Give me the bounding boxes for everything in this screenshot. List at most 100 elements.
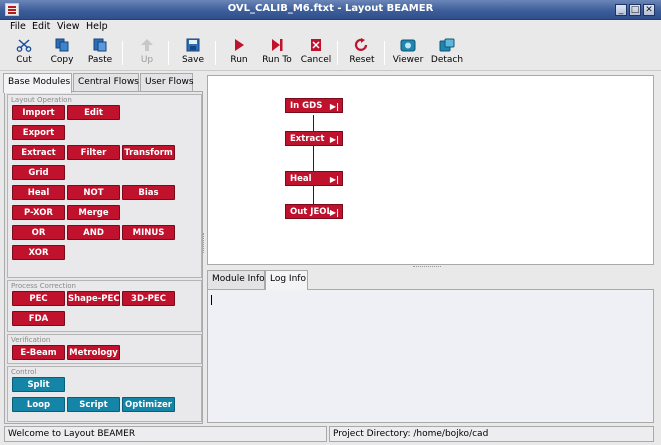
group-control: Control Split Loop Script Optimizer — [7, 366, 202, 422]
module-import[interactable]: Import — [12, 105, 65, 120]
project-directory: Project Directory: /home/bojko/cad — [329, 426, 654, 442]
port-arrow-icon: ▶| — [329, 102, 339, 111]
group-title: Verification — [11, 336, 51, 344]
window-title: OVL_CALIB_M6.ftxt - Layout BEAMER — [227, 3, 434, 14]
module-bias[interactable]: Bias — [122, 185, 175, 200]
tab-central-flows[interactable]: Central Flows — [73, 73, 139, 92]
tab-log-info[interactable]: Log Info — [265, 270, 308, 290]
module-extract[interactable]: Extract — [12, 145, 65, 160]
group-verification: Verification E-Beam Metrology — [7, 334, 202, 364]
viewer-icon — [400, 38, 416, 52]
module-export[interactable]: Export — [12, 125, 65, 140]
copy-button[interactable]: Copy — [41, 38, 83, 69]
module-grid[interactable]: Grid — [12, 165, 65, 180]
flow-node-in-gds[interactable]: In GDS ▶| — [285, 98, 343, 113]
module-minus[interactable]: MINUS — [122, 225, 175, 240]
module-heal[interactable]: Heal — [12, 185, 65, 200]
module-shape-pec[interactable]: Shape-PEC — [67, 291, 120, 306]
module-3d-pec[interactable]: 3D-PEC — [122, 291, 175, 306]
viewer-button[interactable]: Viewer — [387, 38, 429, 69]
paste-icon — [92, 38, 108, 52]
detach-icon — [439, 38, 455, 52]
close-button[interactable]: ✕ — [643, 4, 655, 16]
group-process-correction: Process Correction PEC Shape-PEC 3D-PEC … — [7, 280, 202, 332]
cancel-button[interactable]: Cancel — [295, 38, 337, 69]
arrow-up-icon — [139, 38, 155, 52]
module-edit[interactable]: Edit — [67, 105, 120, 120]
horizontal-splitter-handle[interactable] — [413, 266, 441, 268]
run-to-icon — [269, 38, 285, 52]
cut-button[interactable]: Cut — [3, 38, 45, 69]
menu-edit[interactable]: Edit — [32, 21, 50, 32]
scissors-icon — [16, 38, 32, 52]
status-bar: Welcome to Layout BEAMER Project Directo… — [0, 425, 661, 445]
flow-connector — [313, 115, 314, 209]
maximize-button[interactable]: □ — [629, 4, 641, 16]
module-not[interactable]: NOT — [67, 185, 120, 200]
reset-icon — [354, 38, 370, 52]
run-to-button[interactable]: Run To — [256, 38, 298, 69]
module-merge[interactable]: Merge — [67, 205, 120, 220]
copy-icon — [54, 38, 70, 52]
toolbar-separator — [122, 41, 123, 65]
flow-node-heal[interactable]: Heal ▶| — [285, 171, 343, 186]
module-or[interactable]: OR — [12, 225, 65, 240]
module-xor[interactable]: XOR — [12, 245, 65, 260]
menu-view[interactable]: View — [57, 21, 80, 32]
module-e-beam[interactable]: E-Beam — [12, 345, 65, 360]
group-title: Process Correction — [11, 282, 76, 290]
group-layout-operation: Layout Operation Import Edit Export Extr… — [7, 94, 202, 278]
flow-node-label: In GDS — [290, 101, 323, 111]
module-palette: Layout Operation Import Edit Export Extr… — [4, 91, 203, 424]
module-loop[interactable]: Loop — [12, 397, 65, 412]
port-arrow-icon: ▶| — [329, 208, 339, 217]
tab-user-flows[interactable]: User Flows — [140, 73, 194, 92]
minimize-button[interactable]: _ — [615, 4, 627, 16]
tab-module-info[interactable]: Module Info — [207, 270, 265, 289]
module-fda[interactable]: FDA — [12, 311, 65, 326]
detach-button[interactable]: Detach — [426, 38, 468, 69]
vertical-splitter-handle[interactable] — [203, 233, 206, 253]
play-icon — [231, 38, 247, 52]
text-cursor — [211, 295, 212, 305]
save-icon — [185, 38, 201, 52]
flow-node-out-jeol[interactable]: Out JEOL ▶| — [285, 204, 343, 219]
toolbar-separator — [215, 41, 216, 65]
port-arrow-icon: ▶| — [329, 175, 339, 184]
port-arrow-icon: ▶| — [329, 135, 339, 144]
tab-base-modules[interactable]: Base Modules — [3, 73, 72, 93]
run-button[interactable]: Run — [218, 38, 260, 69]
module-optimizer[interactable]: Optimizer — [122, 397, 175, 412]
toolbar-separator — [168, 41, 169, 65]
log-text-area[interactable] — [209, 291, 652, 421]
menu-bar: File Edit View Help — [0, 20, 661, 34]
toolbar-separator — [337, 41, 338, 65]
module-metrology[interactable]: Metrology — [67, 345, 120, 360]
module-split[interactable]: Split — [12, 377, 65, 392]
flow-node-label: Extract — [290, 134, 325, 144]
flow-node-extract[interactable]: Extract ▶| — [285, 131, 343, 146]
menu-help[interactable]: Help — [86, 21, 108, 32]
module-script[interactable]: Script — [67, 397, 120, 412]
flow-node-label: Out JEOL — [290, 207, 332, 217]
menu-file[interactable]: File — [10, 21, 26, 32]
flow-canvas[interactable]: In GDS ▶| Extract ▶| Heal ▶| Out JEOL ▶| — [207, 75, 654, 265]
reset-button[interactable]: Reset — [341, 38, 383, 69]
module-filter[interactable]: Filter — [67, 145, 120, 160]
toolbar: Cut Copy Paste Up Save Run Run To Cancel… — [0, 35, 661, 71]
flow-node-label: Heal — [290, 174, 312, 184]
status-message: Welcome to Layout BEAMER — [4, 426, 327, 442]
group-title: Layout Operation — [11, 96, 72, 104]
cancel-icon — [308, 38, 324, 52]
group-title: Control — [11, 368, 37, 376]
module-p-xor[interactable]: P-XOR — [12, 205, 65, 220]
up-button[interactable]: Up — [126, 38, 168, 69]
paste-button[interactable]: Paste — [79, 38, 121, 69]
module-pec[interactable]: PEC — [12, 291, 65, 306]
module-and[interactable]: AND — [67, 225, 120, 240]
save-button[interactable]: Save — [172, 38, 214, 69]
title-bar: OVL_CALIB_M6.ftxt - Layout BEAMER _ □ ✕ — [0, 0, 661, 20]
log-panel — [207, 289, 654, 423]
module-transform[interactable]: Transform — [122, 145, 175, 160]
toolbar-separator — [384, 41, 385, 65]
